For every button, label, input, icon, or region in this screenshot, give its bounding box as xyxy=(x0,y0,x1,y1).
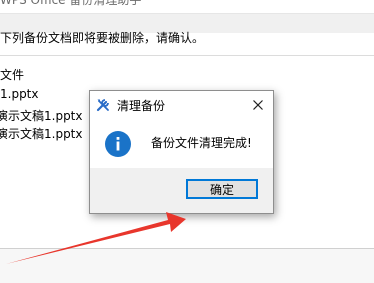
dialog-title-bar: 清理备份 xyxy=(90,91,273,119)
dialog-footer: 确定 xyxy=(90,168,273,213)
file-list-item[interactable]: 演示文稿1.pptx xyxy=(0,125,83,142)
file-list-label: 文件 xyxy=(0,68,25,82)
file-list-item[interactable]: 1.pptx xyxy=(0,87,39,101)
cleanup-dialog: 清理备份 备份文件清理完成! 确定 xyxy=(89,90,274,214)
background-message: 以下列备份文档即将要被删除，请确认。 xyxy=(0,31,205,45)
close-icon[interactable] xyxy=(243,91,273,119)
background-footer xyxy=(0,249,374,283)
background-window-title: WPS Office 备份清理助手 xyxy=(0,0,142,7)
dialog-title: 清理备份 xyxy=(117,99,166,113)
dialog-message: 备份文件清理完成! xyxy=(151,136,252,150)
dialog-body: 备份文件清理完成! xyxy=(90,119,273,168)
divider xyxy=(0,55,374,56)
ok-button[interactable]: 确定 xyxy=(186,179,258,199)
tools-icon xyxy=(95,97,111,113)
info-icon xyxy=(104,130,132,158)
file-list-item[interactable]: 演示文稿1.pptx xyxy=(0,107,83,124)
